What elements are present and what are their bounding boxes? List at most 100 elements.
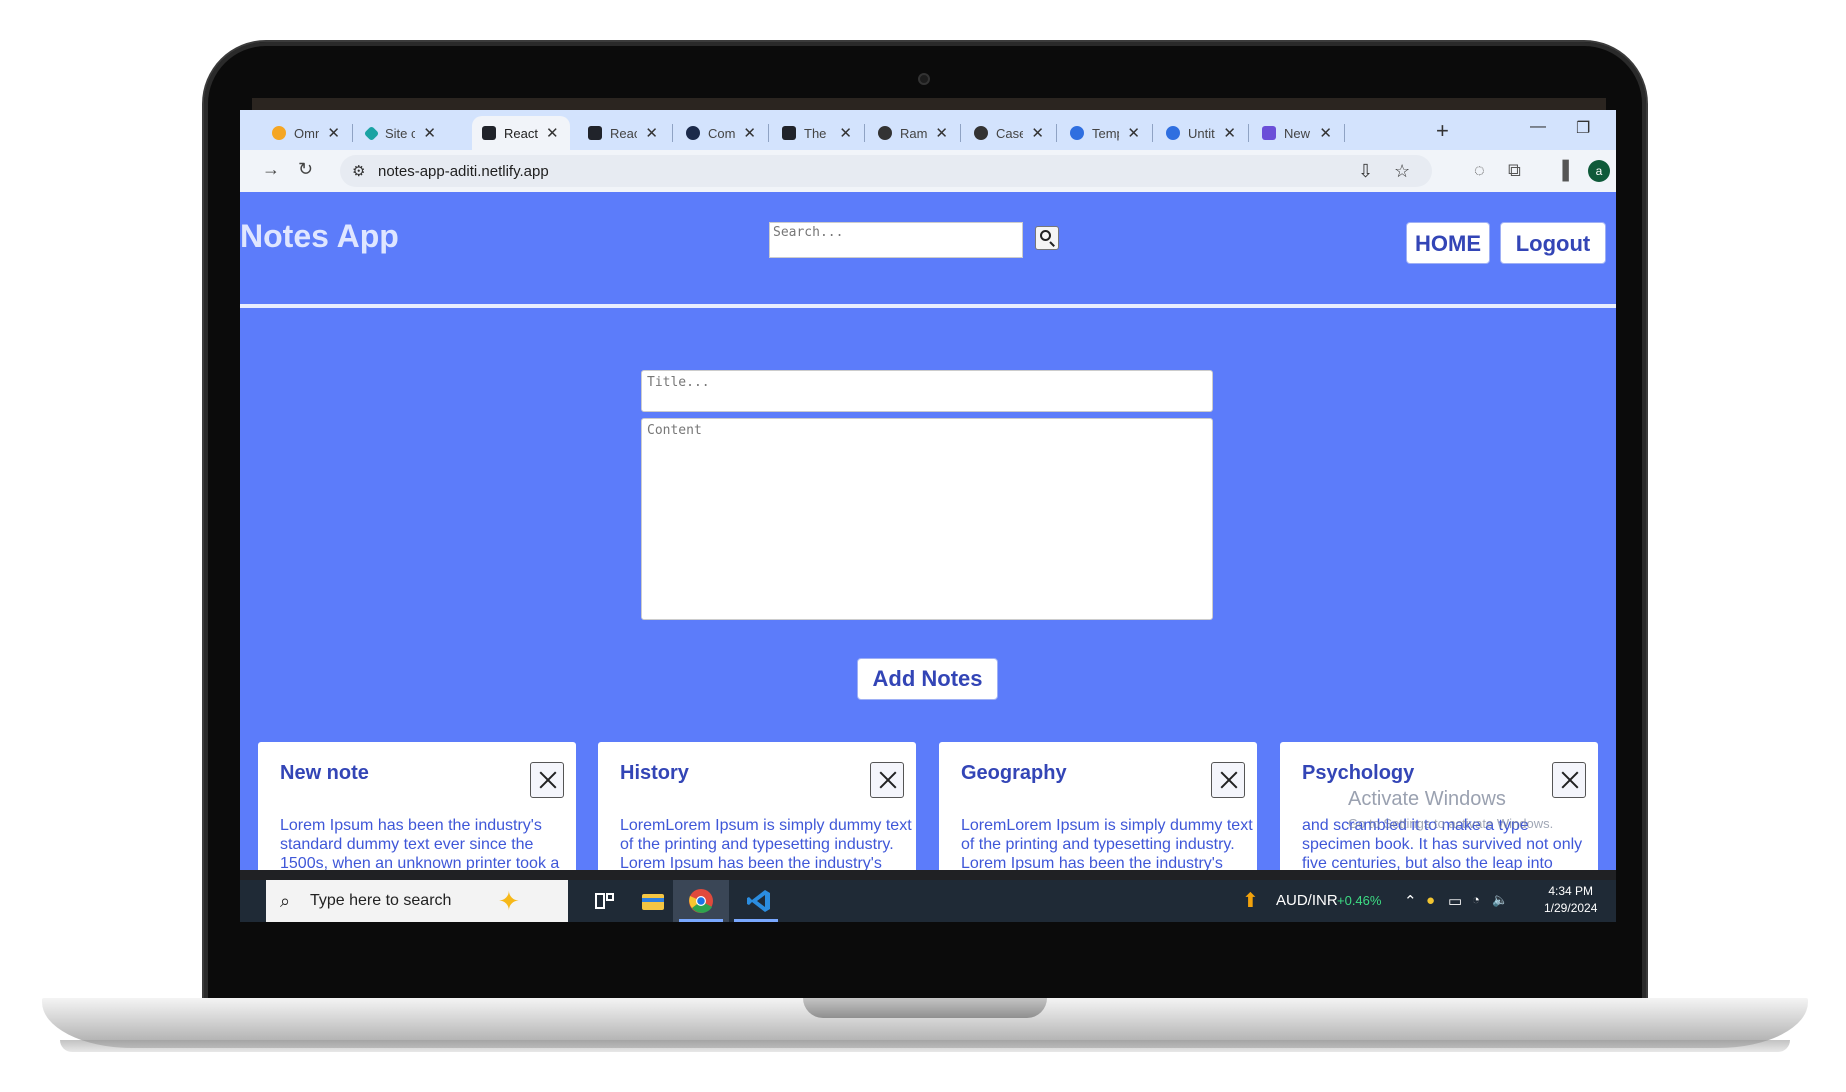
react-icon: [482, 126, 496, 140]
install-app-icon[interactable]: ⇩: [1358, 161, 1373, 182]
chevron-up-icon[interactable]: ⌃: [1404, 892, 1417, 910]
close-icon[interactable]: ✕: [423, 124, 436, 142]
tab-separator: [864, 124, 865, 142]
forward-icon[interactable]: →: [262, 159, 280, 180]
clock-time: 4:34 PM: [1548, 884, 1594, 898]
title-field[interactable]: Title...: [641, 370, 1213, 412]
restore-button[interactable]: ❐: [1576, 118, 1590, 138]
browser-tab[interactable]: Comp ✕: [676, 116, 766, 150]
profile-avatar[interactable]: a: [1588, 160, 1610, 182]
content-field[interactable]: Content: [641, 418, 1213, 620]
browser-tab[interactable]: Untit ✕: [1156, 116, 1246, 150]
browser-tab[interactable]: Temp ✕: [1060, 116, 1150, 150]
home-button[interactable]: HOME: [1406, 222, 1490, 264]
battery-icon[interactable]: ▭: [1448, 892, 1462, 910]
activate-windows-watermark: Activate Windows: [1348, 788, 1506, 810]
screen-edge: [252, 98, 1606, 110]
address-bar[interactable]: ⚙ notes-app-aditi.netlify.app ⇩ ☆: [340, 155, 1432, 187]
browser-tab[interactable]: Ram ✕: [868, 116, 958, 150]
close-icon[interactable]: [870, 762, 904, 798]
reload-icon[interactable]: ↻: [298, 159, 313, 180]
taskbar-search-text: Type here to search: [310, 892, 452, 909]
browser-tab[interactable]: Case ✕: [964, 116, 1054, 150]
close-icon[interactable]: ✕: [645, 124, 658, 142]
note-card: New note Lorem Ipsum has been the indust…: [258, 742, 576, 870]
note-text: Lorem Ipsum has been the industry's stan…: [280, 817, 560, 870]
active-app-indicator: [734, 919, 778, 922]
tab-title: Case: [996, 125, 1024, 141]
diamond-icon: [363, 125, 380, 141]
avatar-icon: [974, 126, 988, 140]
ticker-icon: ⬆: [1242, 890, 1259, 912]
clock-date: 1/29/2024: [1544, 901, 1598, 915]
tab-separator: [1344, 124, 1345, 142]
laptop-notch: [803, 998, 1047, 1018]
search-input[interactable]: Search...: [769, 222, 1023, 258]
close-icon[interactable]: ✕: [743, 124, 756, 142]
browser-toolbar: → ↻ ⚙ notes-app-aditi.netlify.app ⇩ ☆ ◌ …: [240, 150, 1616, 192]
browser-tab[interactable]: New ✕: [1252, 116, 1342, 150]
file-explorer-icon[interactable]: [640, 888, 666, 914]
bookmark-star-icon[interactable]: ☆: [1394, 161, 1410, 182]
laptop-base-edge: [60, 1040, 1790, 1052]
browser-tab-bar: Omni ✕ Site c ✕ React ✕ React ✕ Comp ✕ T: [240, 110, 1616, 150]
add-notes-button[interactable]: Add Notes: [857, 658, 998, 700]
canva-icon: [1166, 126, 1180, 140]
ticker-symbol[interactable]: AUD/INR: [1276, 892, 1338, 909]
close-icon[interactable]: [530, 762, 564, 798]
speaker-icon[interactable]: 🔈: [1492, 892, 1508, 908]
new-tab-button[interactable]: +: [1436, 118, 1449, 144]
close-icon[interactable]: ✕: [1223, 124, 1236, 142]
close-icon[interactable]: ✕: [839, 124, 852, 142]
puzzle-icon[interactable]: ⧉: [1508, 160, 1521, 181]
browser-tab[interactable]: Site c ✕: [356, 116, 446, 150]
tab-title: Ram: [900, 125, 928, 141]
active-app-indicator: [679, 919, 723, 922]
note-title: Geography: [961, 762, 1067, 784]
component-icon: [686, 126, 700, 140]
close-icon[interactable]: ✕: [1127, 124, 1140, 142]
heart-chat-icon: [1262, 126, 1276, 140]
sparkle-icon: ✦: [498, 886, 520, 916]
side-panel-icon[interactable]: ▐: [1556, 160, 1569, 181]
close-icon[interactable]: ✕: [327, 124, 340, 142]
browser-tab[interactable]: The F ✕: [772, 116, 862, 150]
browser-tab-active[interactable]: React ✕: [472, 116, 570, 150]
browser-tab[interactable]: React ✕: [578, 116, 668, 150]
taskbar-clock[interactable]: 4:34 PM 1/29/2024: [1544, 883, 1597, 917]
site-info-icon[interactable]: ⚙: [352, 162, 365, 180]
status-icon[interactable]: ●: [1426, 892, 1435, 909]
tab-separator: [352, 124, 353, 142]
close-icon[interactable]: [1552, 762, 1586, 798]
close-icon[interactable]: ✕: [935, 124, 948, 142]
react-icon: [782, 126, 796, 140]
chrome-taskbar-slot[interactable]: [673, 880, 729, 922]
close-icon[interactable]: [1211, 762, 1245, 798]
tab-title: Comp: [708, 125, 736, 141]
webcam: [918, 73, 930, 85]
close-icon[interactable]: ✕: [1031, 124, 1044, 142]
windows-taskbar: ⌕ Type here to search ✦ ⬆ AUD/INR +0.46%…: [240, 880, 1616, 922]
infinity-icon: [272, 126, 286, 140]
tab-title: Omni: [294, 125, 320, 141]
extension-icon[interactable]: ◌: [1474, 160, 1485, 181]
close-icon[interactable]: ✕: [1319, 124, 1332, 142]
chrome-icon: [689, 889, 713, 913]
tab-title: Site c: [385, 125, 416, 141]
ticker-change: +0.46%: [1337, 893, 1382, 908]
search-button[interactable]: [1035, 226, 1059, 250]
activate-windows-hint: Go to Settings to activate Windows.: [1348, 816, 1554, 831]
task-view-icon[interactable]: [592, 888, 618, 914]
note-title: Psychology: [1302, 762, 1415, 784]
tab-title: React: [610, 125, 638, 141]
vscode-icon[interactable]: [746, 888, 772, 914]
minimize-button[interactable]: —: [1530, 118, 1546, 136]
react-icon: [588, 126, 602, 140]
tab-title: React: [504, 125, 538, 141]
close-icon[interactable]: ✕: [546, 124, 559, 142]
browser-tab[interactable]: Omni ✕: [262, 116, 350, 150]
wifi-icon[interactable]: ◔: [1472, 892, 1480, 907]
logout-button[interactable]: Logout: [1500, 222, 1606, 264]
taskbar-search[interactable]: ⌕ Type here to search ✦: [266, 880, 568, 922]
notes-app-page: Notes App Search... HOME Logout Title...…: [240, 192, 1616, 870]
